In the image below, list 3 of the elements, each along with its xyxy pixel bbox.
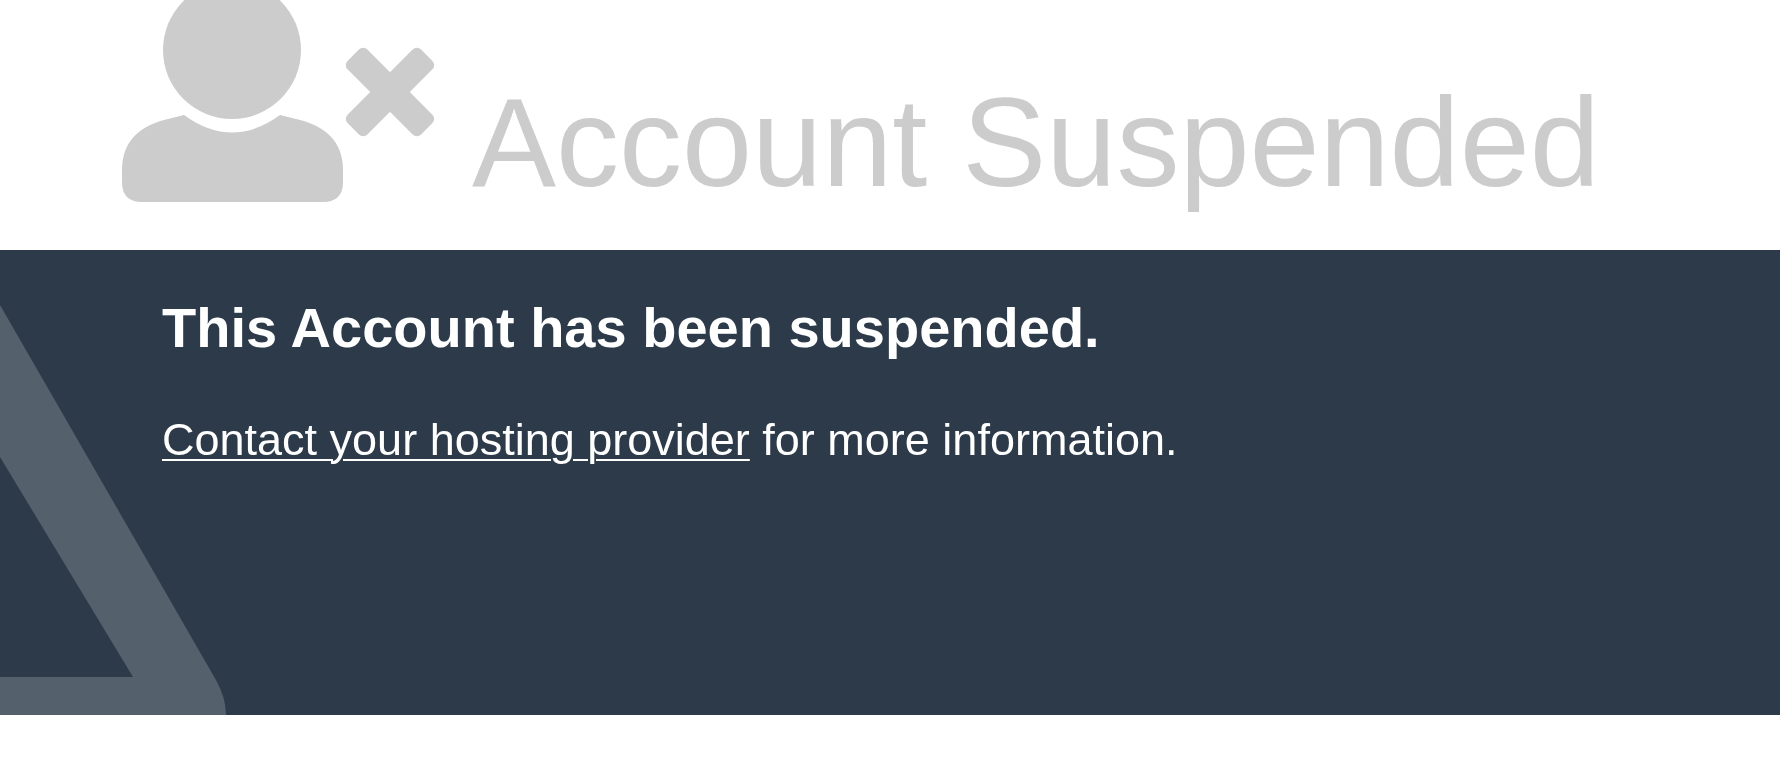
notice-message: Contact your hosting provider for more information. xyxy=(162,413,1179,468)
hosting-provider-link[interactable]: Contact your hosting provider xyxy=(162,414,750,466)
notice-heading: This Account has been suspended. xyxy=(162,295,1101,361)
